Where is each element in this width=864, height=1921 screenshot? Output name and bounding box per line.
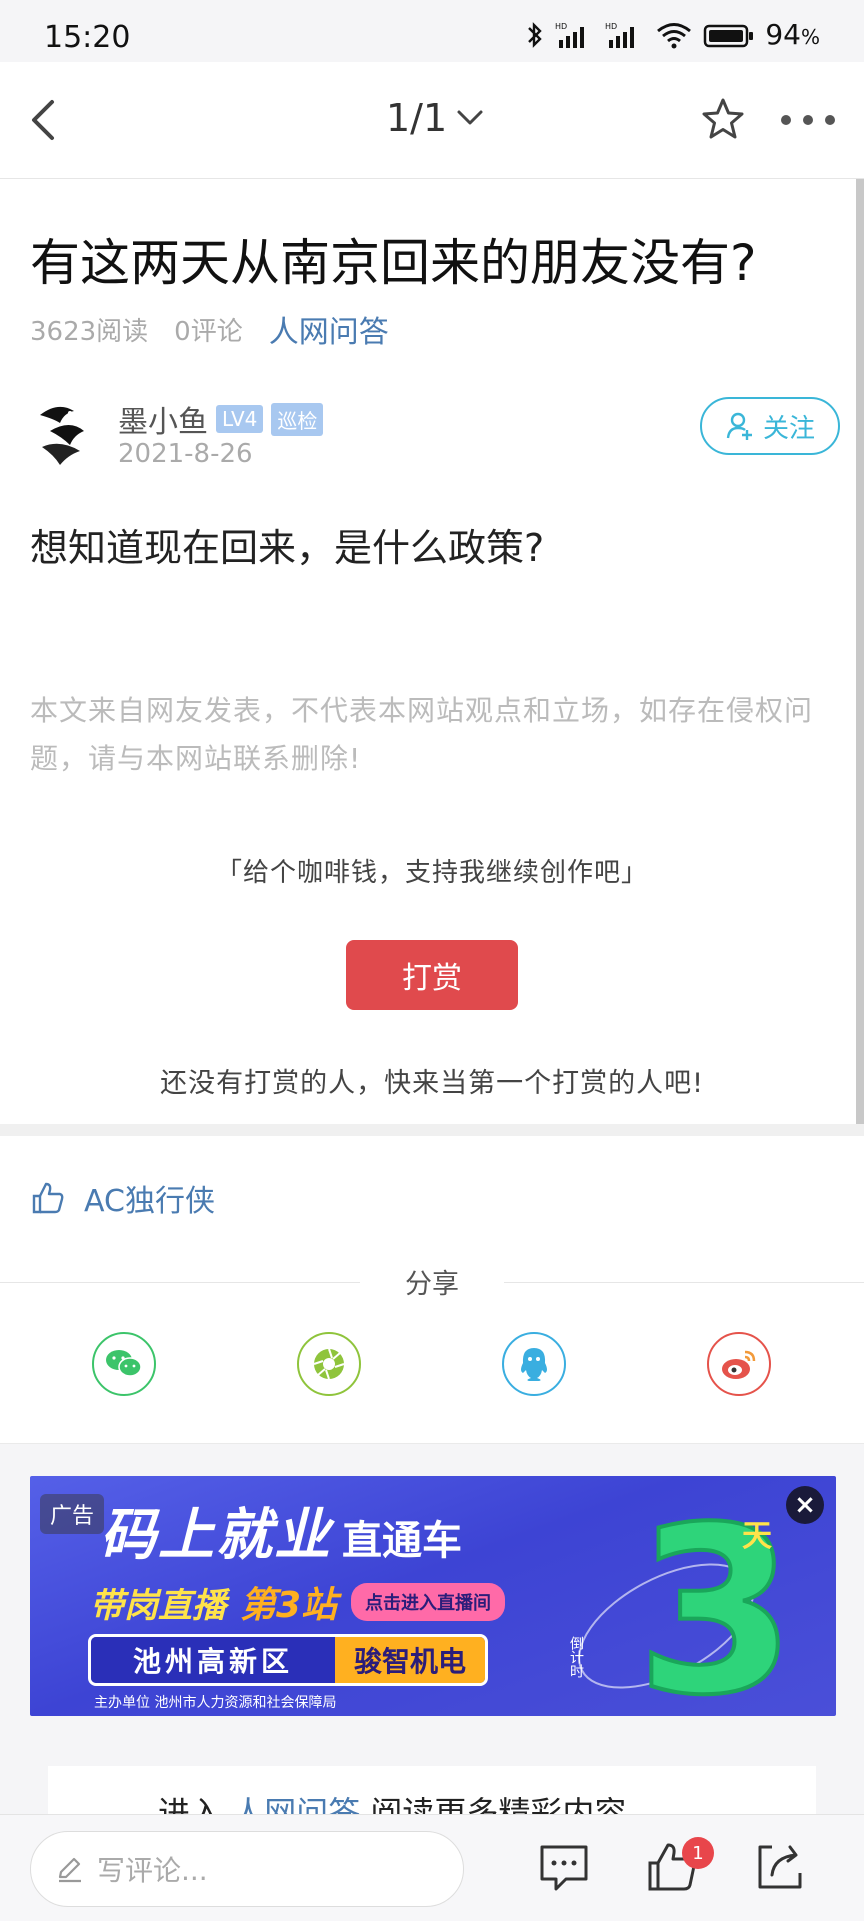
ad-tag: 广告 bbox=[40, 1494, 105, 1534]
share-icon[interactable] bbox=[752, 1839, 808, 1895]
comment-input[interactable]: 写评论... bbox=[30, 1831, 464, 1907]
page-indicator[interactable]: 1/1 bbox=[386, 96, 485, 140]
ad-stage-text: 第3站 bbox=[240, 1585, 338, 1626]
disclaimer-text: 本文来自网友发表，不代表本网站观点和立场，如存在侵权问题，请与本网站联系删除! bbox=[30, 694, 814, 775]
share-wechat-button[interactable] bbox=[92, 1332, 156, 1396]
share-weibo-button[interactable] bbox=[707, 1332, 771, 1396]
share-label: 分享 bbox=[405, 1269, 459, 1300]
ad-headline-small: 直通车 bbox=[342, 1518, 462, 1564]
add-user-icon bbox=[726, 412, 752, 440]
signal-icon-2: HD bbox=[605, 22, 635, 48]
comment-placeholder: 写评论... bbox=[97, 1854, 208, 1887]
share-header: 分享 bbox=[0, 1262, 864, 1302]
countdown-graphic: 3 天 倒计时 bbox=[568, 1486, 796, 1706]
article-body: 想知道现在回来，是什么政策? bbox=[30, 526, 545, 570]
likes-share-section: AC独行侠 分享 bbox=[0, 1136, 864, 1444]
article-content: 有这两天从南京回来的朋友没有? 3623阅读 0评论 人网问答 墨小鱼 LV4 … bbox=[0, 179, 864, 1124]
ad-company-box: 池州高新区 骏智机电 bbox=[88, 1634, 488, 1686]
follow-label: 关注 bbox=[762, 413, 815, 444]
status-icons: HD HD 94% bbox=[525, 18, 820, 51]
ad-company: 骏智机电 bbox=[335, 1637, 485, 1683]
ad-headline-big: 码上就业 bbox=[100, 1502, 332, 1568]
bottom-action-bar: 写评论... 1 bbox=[0, 1814, 864, 1921]
article-meta: 3623阅读 0评论 人网问答 bbox=[30, 307, 389, 351]
liked-user-name[interactable]: AC独行侠 bbox=[84, 1176, 215, 1220]
signal-icon: HD bbox=[555, 22, 585, 48]
svg-text:HD: HD bbox=[555, 22, 567, 31]
ad-live-room-button[interactable]: 点击进入直播间 bbox=[351, 1583, 506, 1621]
level-badge: LV4 bbox=[216, 405, 264, 433]
page-indicator-text: 1/1 bbox=[386, 96, 448, 140]
follow-button[interactable]: 关注 bbox=[700, 397, 840, 455]
share-options bbox=[0, 1332, 864, 1402]
star-icon[interactable] bbox=[698, 92, 748, 148]
read-count: 3623阅读 bbox=[30, 316, 149, 347]
author-row: 墨小鱼 LV4 巡检 2021-8-26 关注 bbox=[30, 397, 840, 477]
chevron-down-icon bbox=[457, 110, 483, 125]
ad-subline: 带岗直播 第3站 点击进入直播间 bbox=[90, 1576, 506, 1628]
category-link[interactable]: 人网问答 bbox=[269, 307, 389, 351]
more-icon[interactable] bbox=[778, 110, 838, 130]
top-navigation: 1/1 bbox=[0, 62, 864, 179]
like-count-badge: 1 bbox=[682, 1837, 714, 1869]
qq-icon bbox=[521, 1348, 547, 1381]
reward-button[interactable]: 打赏 bbox=[346, 940, 518, 1010]
comments-icon[interactable] bbox=[536, 1839, 592, 1895]
ad-organizer: 主办单位 池州市人力资源和社会保障局 bbox=[94, 1695, 337, 1711]
no-reward-text: 还没有打赏的人，快来当第一个打赏的人吧! bbox=[160, 1068, 704, 1099]
ad-headline: 码上就业 直通车 bbox=[100, 1490, 462, 1571]
bluetooth-icon bbox=[528, 21, 543, 48]
ad-region: 池州高新区 bbox=[91, 1637, 335, 1683]
support-prompt: 「给个咖啡钱，支持我继续创作吧」 bbox=[215, 858, 648, 888]
svg-text:HD: HD bbox=[605, 22, 617, 31]
close-icon: × bbox=[794, 1490, 816, 1520]
section-divider bbox=[0, 1124, 864, 1136]
article-title: 有这两天从南京回来的朋友没有? bbox=[30, 234, 757, 292]
ad-banner[interactable]: 广告 × 码上就业 直通车 带岗直播 第3站 点击进入直播间 池州高新区 骏智机… bbox=[30, 1476, 836, 1716]
weibo-icon bbox=[722, 1350, 756, 1379]
scrollbar[interactable] bbox=[856, 179, 864, 1174]
ad-live-text: 带岗直播 bbox=[90, 1585, 226, 1626]
wechat-icon bbox=[106, 1350, 142, 1377]
post-date: 2021-8-26 bbox=[118, 439, 253, 469]
comment-count: 0评论 bbox=[174, 316, 243, 347]
countdown-label: 倒计时 bbox=[568, 1636, 584, 1678]
pencil-icon bbox=[58, 1857, 81, 1883]
wifi-icon bbox=[657, 22, 692, 48]
liked-users-row: AC独行侠 bbox=[30, 1176, 215, 1220]
separator bbox=[0, 1443, 864, 1444]
status-bar: 15:20 HD HD 94% bbox=[0, 0, 864, 62]
thumbs-up-icon bbox=[32, 1182, 64, 1214]
status-time: 15:20 bbox=[44, 20, 131, 55]
moments-icon bbox=[313, 1348, 345, 1380]
battery-icon bbox=[704, 24, 754, 47]
share-qq-button[interactable] bbox=[502, 1332, 566, 1396]
author-name-row: 墨小鱼 LV4 巡检 bbox=[118, 397, 324, 441]
role-badge: 巡检 bbox=[271, 402, 324, 436]
countdown-day: 天 bbox=[742, 1519, 772, 1554]
author-name[interactable]: 墨小鱼 bbox=[118, 397, 208, 441]
countdown-number: 3 bbox=[636, 1486, 796, 1706]
share-moments-button[interactable] bbox=[297, 1332, 361, 1396]
battery-percent: 94% bbox=[765, 18, 820, 51]
back-icon[interactable] bbox=[22, 92, 72, 148]
avatar[interactable] bbox=[30, 397, 92, 469]
